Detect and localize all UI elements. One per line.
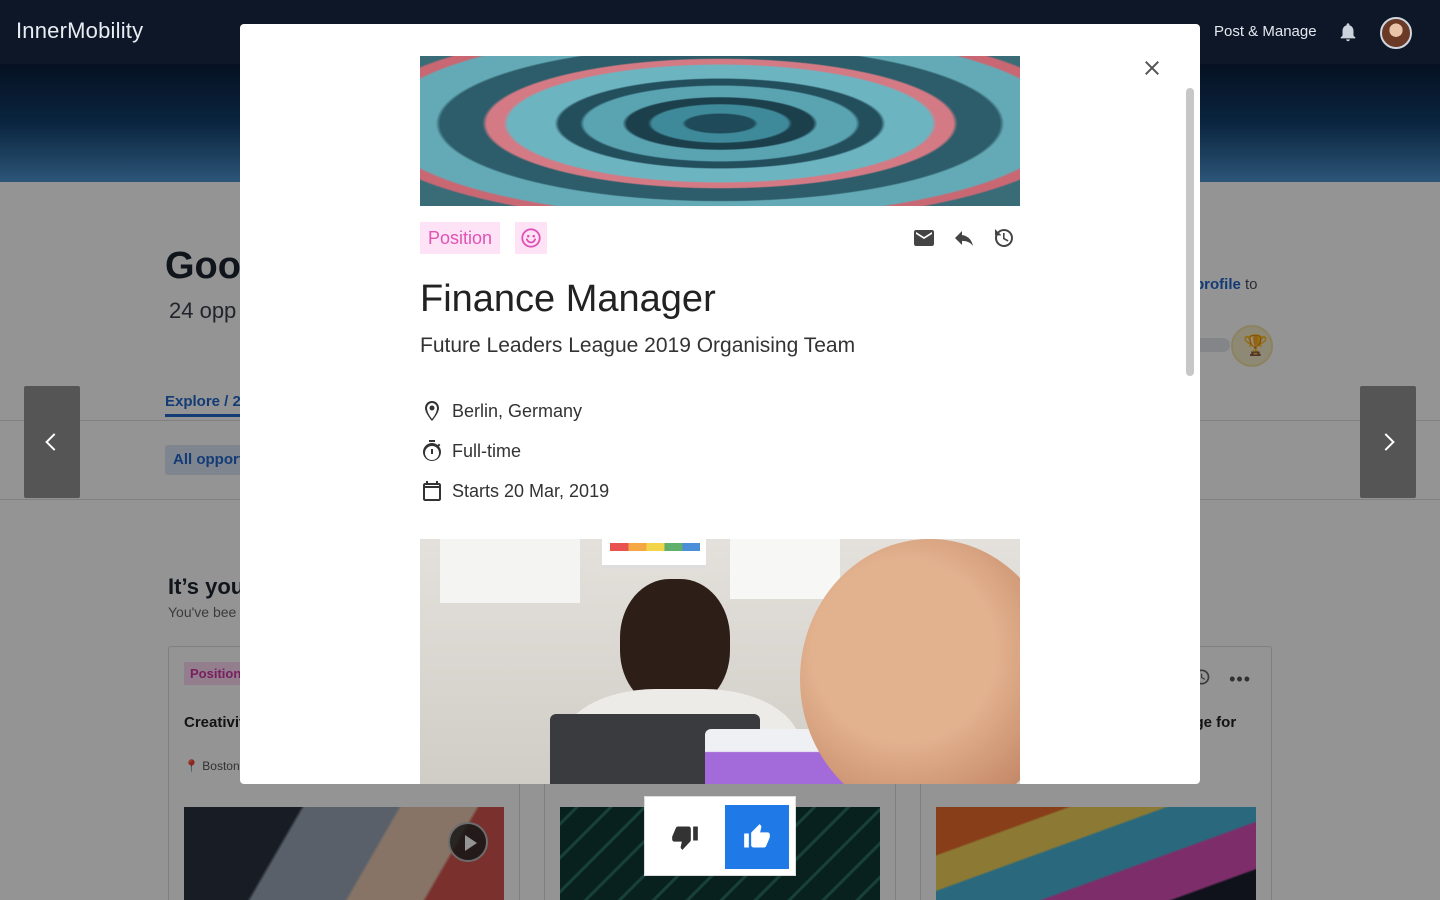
post-manage-link[interactable]: Post & Manage [1214, 23, 1317, 40]
job-title: Finance Manager [420, 278, 716, 320]
thumbs-down-icon [672, 826, 698, 850]
location-text: Berlin, Germany [452, 400, 583, 421]
thumbs-down-button[interactable] [653, 805, 717, 869]
job-team: Future Leaders League 2019 Organising Te… [420, 334, 856, 357]
thumbs-up-icon [744, 824, 770, 848]
previous-opportunity-button[interactable] [24, 386, 80, 498]
mail-icon[interactable] [912, 226, 936, 250]
location-row: Berlin, Germany [420, 399, 582, 423]
chevron-right-icon [1384, 433, 1395, 451]
vote-controls [644, 796, 796, 876]
close-icon[interactable] [1140, 56, 1164, 80]
employment-type-text: Full-time [452, 440, 522, 461]
reply-icon[interactable] [952, 226, 976, 250]
culture-tag [515, 222, 547, 254]
opportunity-detail-modal: Position Finance Manager Future Leaders … [240, 24, 1200, 784]
employment-type-row: Full-time [420, 439, 521, 463]
location-pin-icon [425, 401, 439, 421]
app-logo[interactable]: InnerMobility [16, 18, 143, 44]
notification-bell-icon[interactable] [1337, 21, 1359, 43]
modal-scrollbar[interactable] [1186, 88, 1194, 376]
start-date-text: Starts 20 Mar, 2019 [452, 480, 610, 501]
start-date-row: Starts 20 Mar, 2019 [420, 479, 609, 503]
calendar-icon [423, 481, 441, 501]
smile-icon [521, 228, 541, 248]
timer-icon [422, 440, 441, 462]
opportunity-photo [420, 539, 1020, 784]
cover-image [420, 56, 1020, 206]
user-avatar[interactable] [1380, 17, 1412, 49]
thumbs-up-button[interactable] [725, 805, 789, 869]
chevron-left-icon [45, 433, 56, 451]
history-icon[interactable] [992, 226, 1016, 250]
next-opportunity-button[interactable] [1360, 386, 1416, 498]
opportunity-type-tag: Position [420, 222, 501, 254]
